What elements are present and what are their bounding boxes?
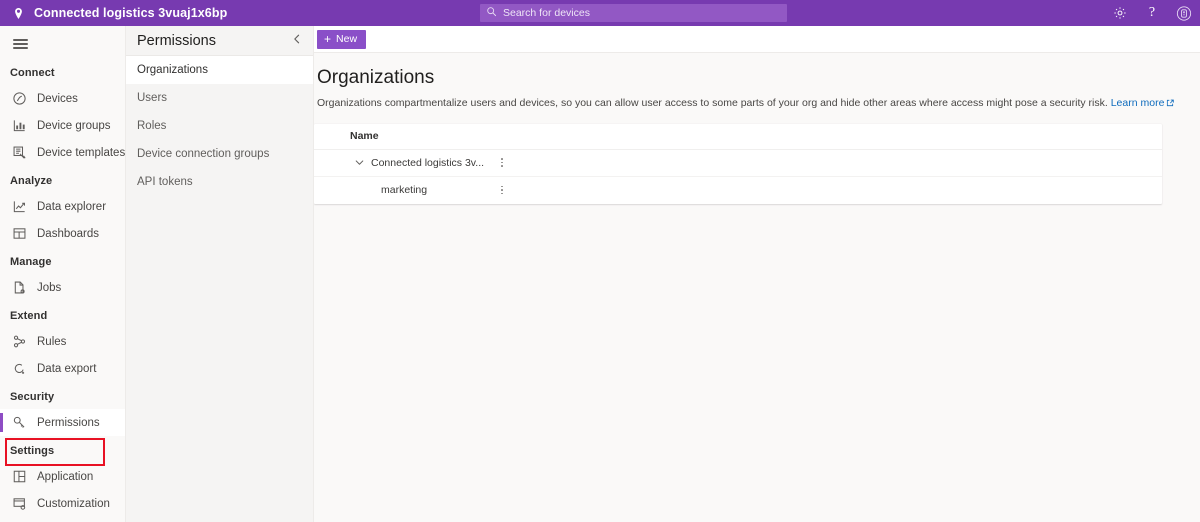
permissions-subpanel: Permissions Organizations Users Roles De…	[126, 26, 314, 522]
page-description-text: Organizations compartmentalize users and…	[317, 97, 1108, 109]
rules-icon	[13, 335, 26, 348]
sidebar-item-label: Application	[37, 470, 94, 483]
search-icon	[486, 4, 497, 22]
account-avatar-icon[interactable]	[1176, 5, 1192, 21]
sidebar-item-rules[interactable]: Rules	[0, 328, 125, 355]
sidebar-item-device-groups[interactable]: Device groups	[0, 112, 125, 139]
nav-section-manage: Manage	[10, 256, 52, 268]
sidebar-item-label: Dashboards	[37, 227, 100, 240]
new-button-label: New	[336, 33, 358, 45]
more-options-icon[interactable]	[495, 182, 509, 198]
content-area: Organizations Organizations compartmenta…	[314, 53, 1200, 204]
sidebar-item-label: Data explorer	[37, 200, 107, 213]
nav-section-settings: Settings	[10, 445, 55, 457]
header-actions: ?	[1112, 0, 1192, 26]
app-body: Connect Devices Device groups Device tem…	[0, 26, 1200, 522]
search-container: Search for devices	[480, 4, 787, 22]
nav-section-connect: Connect	[10, 67, 55, 79]
more-options-icon[interactable]	[495, 155, 509, 171]
help-icon[interactable]: ?	[1144, 5, 1160, 21]
settings-gear-icon[interactable]	[1112, 5, 1128, 21]
table-row[interactable]: marketing	[314, 177, 1162, 204]
table-row[interactable]: Connected logistics 3v...	[314, 150, 1162, 177]
row-name: marketing	[381, 184, 428, 197]
permissions-key-icon	[13, 416, 25, 428]
devices-icon	[13, 92, 26, 105]
sidebar-item-label: Permissions	[37, 416, 100, 429]
jobs-icon	[14, 281, 25, 294]
subpanel-item-api-tokens[interactable]: API tokens	[126, 168, 313, 196]
header-brand: Connected logistics 3vuaj1x6bp	[0, 6, 330, 20]
location-pin-icon	[12, 7, 25, 20]
plus-icon: +	[324, 32, 332, 46]
sidebar-item-permissions[interactable]: Permissions	[0, 409, 125, 436]
page-title: Organizations	[317, 67, 435, 88]
search-input[interactable]: Search for devices	[480, 4, 787, 22]
sidebar-item-data-export[interactable]: Data export	[0, 355, 125, 382]
nav-section-analyze: Analyze	[10, 175, 53, 187]
help-glyph: ?	[1148, 5, 1156, 20]
chevron-down-icon[interactable]	[354, 157, 365, 168]
page-description: Organizations compartmentalize users and…	[314, 97, 1200, 111]
sidebar-item-data-explorer[interactable]: Data explorer	[0, 193, 125, 220]
sidebar-item-label: Customization	[37, 497, 110, 510]
left-sidebar: Connect Devices Device groups Device tem…	[0, 26, 126, 522]
sidebar-item-label: Device groups	[37, 119, 111, 132]
new-button[interactable]: + New	[317, 29, 367, 49]
sidebar-item-dashboards[interactable]: Dashboards	[0, 220, 125, 247]
device-templates-icon	[13, 146, 26, 159]
table-header-row: Name	[314, 124, 1162, 150]
sidebar-item-label: Data export	[37, 362, 97, 375]
device-groups-icon	[13, 120, 25, 132]
hamburger-menu-icon[interactable]	[0, 30, 40, 58]
sidebar-item-customization[interactable]: Customization	[0, 490, 125, 517]
subpanel-header: Permissions	[126, 26, 313, 56]
organizations-table: Name Connected logistics 3v... marketing	[314, 123, 1162, 204]
row-name: Connected logistics 3v...	[371, 156, 485, 169]
main-content: + New Organizations Organizations compar…	[314, 26, 1200, 522]
learn-more-link[interactable]: Learn more	[1111, 97, 1175, 109]
app-title: Connected logistics 3vuaj1x6bp	[34, 6, 228, 20]
data-export-icon	[14, 363, 25, 374]
learn-more-label: Learn more	[1110, 97, 1165, 109]
sidebar-item-label: Devices	[37, 92, 78, 105]
sidebar-item-device-templates[interactable]: Device templates	[0, 139, 125, 166]
sidebar-item-label: Jobs	[37, 281, 62, 294]
subpanel-title: Permissions	[137, 32, 216, 49]
subpanel-item-device-connection-groups[interactable]: Device connection groups	[126, 140, 313, 168]
chevron-left-icon[interactable]	[291, 32, 303, 50]
sidebar-item-label: Rules	[37, 335, 67, 348]
sidebar-item-application[interactable]: Application	[0, 463, 125, 490]
subpanel-item-users[interactable]: Users	[126, 84, 313, 112]
dashboards-icon	[13, 228, 26, 239]
nav-section-security: Security	[10, 391, 55, 403]
subpanel-item-roles[interactable]: Roles	[126, 112, 313, 140]
customization-icon	[13, 498, 26, 510]
sidebar-item-jobs[interactable]: Jobs	[0, 274, 125, 301]
search-placeholder: Search for devices	[503, 7, 590, 19]
sidebar-item-devices[interactable]: Devices	[0, 85, 125, 112]
subpanel-item-organizations[interactable]: Organizations	[126, 56, 313, 84]
app-root: Connected logistics 3vuaj1x6bp Search fo…	[0, 0, 1200, 522]
sidebar-item-label: Device templates	[37, 146, 126, 159]
application-icon	[13, 470, 26, 483]
hamburger-lines	[12, 37, 28, 52]
data-explorer-icon	[13, 201, 25, 213]
column-header-name: Name	[350, 130, 379, 143]
top-header: Connected logistics 3vuaj1x6bp Search fo…	[0, 0, 1200, 26]
nav-section-extend: Extend	[10, 310, 48, 322]
external-link-icon	[1167, 99, 1175, 107]
command-bar: + New	[314, 26, 1200, 53]
